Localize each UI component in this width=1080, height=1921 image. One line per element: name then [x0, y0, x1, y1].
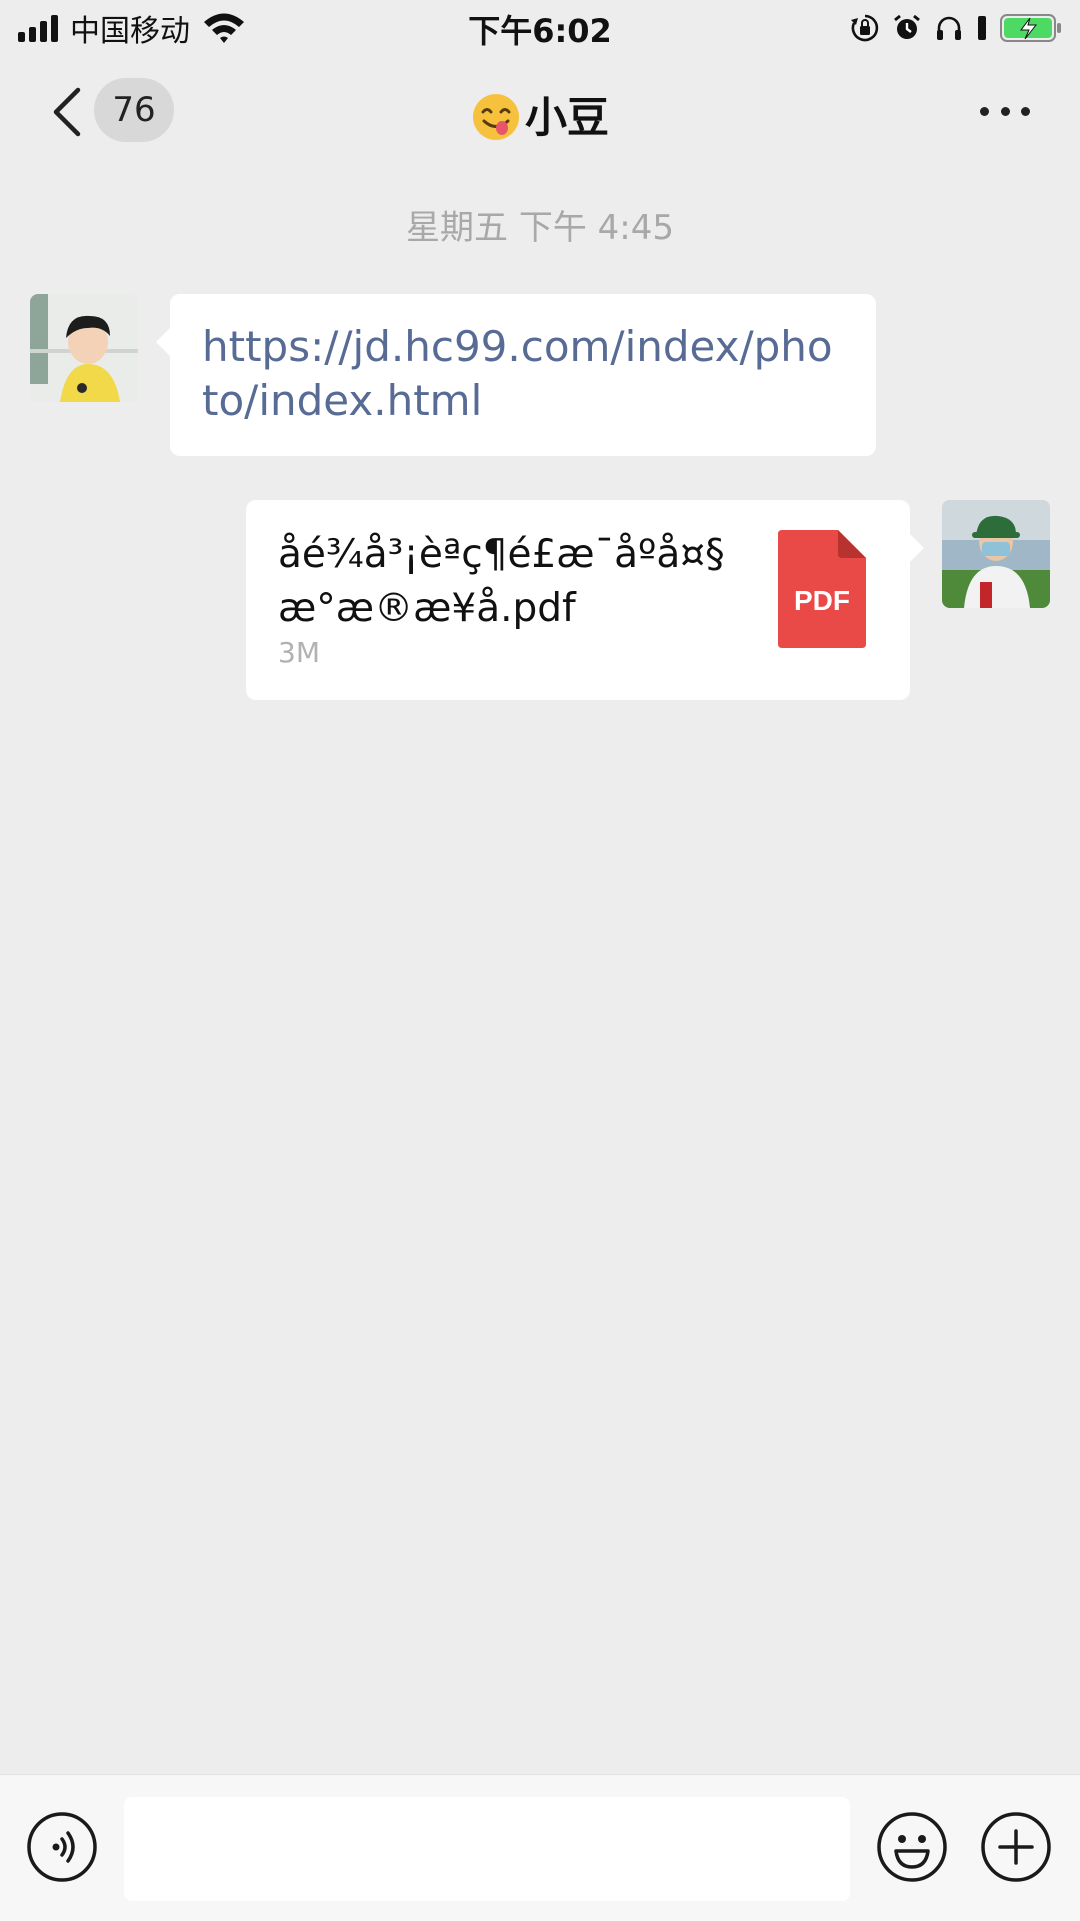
chat-input-bar [0, 1774, 1080, 1921]
headphones-icon [937, 16, 961, 40]
plus-icon[interactable] [980, 1811, 1052, 1883]
boy-photo-avatar-icon [30, 294, 138, 402]
rotation-indicator-icon [978, 16, 986, 40]
outgoing-file-bubble[interactable]: åé¾å³¡èªç¶é£æ¯åºå¤§æ°æ®æ¥å.pdf 3M PDF [246, 500, 924, 700]
chat-title: 小豆 [0, 84, 1080, 145]
message-text-input[interactable] [124, 1797, 850, 1901]
chat-header: 76 小豆 [0, 56, 1080, 166]
pdf-file-icon: PDF [778, 530, 866, 648]
status-bar: 中国移动 下午6:02 [0, 0, 1080, 56]
savoring-face-emoji-icon [472, 94, 519, 140]
bubble-tail [910, 534, 924, 562]
more-options-button[interactable] [980, 100, 1030, 122]
file-size: 3M [278, 636, 320, 669]
incoming-message-bubble[interactable]: https://jd.hc99.com/index/photo/index.ht… [156, 294, 876, 456]
dot-icon [980, 106, 989, 116]
chat-title-text: 小豆 [524, 93, 609, 142]
emoji-icon[interactable] [876, 1811, 948, 1883]
dot-icon [1000, 106, 1010, 116]
file-name: åé¾å³¡èªç¶é£æ¯åºå¤§æ°æ®æ¥å.pdf [278, 532, 725, 631]
orientation-lock-icon [851, 14, 879, 42]
boy-with-cap-photo-avatar-icon [942, 500, 1050, 608]
bubble-tail [156, 328, 170, 356]
battery-charging-icon [1000, 14, 1061, 42]
voice-input-icon[interactable] [26, 1811, 98, 1883]
message-link[interactable]: https://jd.hc99.com/index/photo/index.ht… [202, 320, 842, 428]
contact-avatar[interactable] [30, 294, 138, 402]
dot-icon [1021, 106, 1030, 116]
message-timestamp: 星期五 下午 4:45 [406, 208, 674, 248]
status-right [850, 10, 1062, 46]
alarm-icon [894, 14, 920, 39]
my-avatar[interactable] [942, 500, 1050, 608]
pdf-label: PDF [794, 585, 850, 616]
